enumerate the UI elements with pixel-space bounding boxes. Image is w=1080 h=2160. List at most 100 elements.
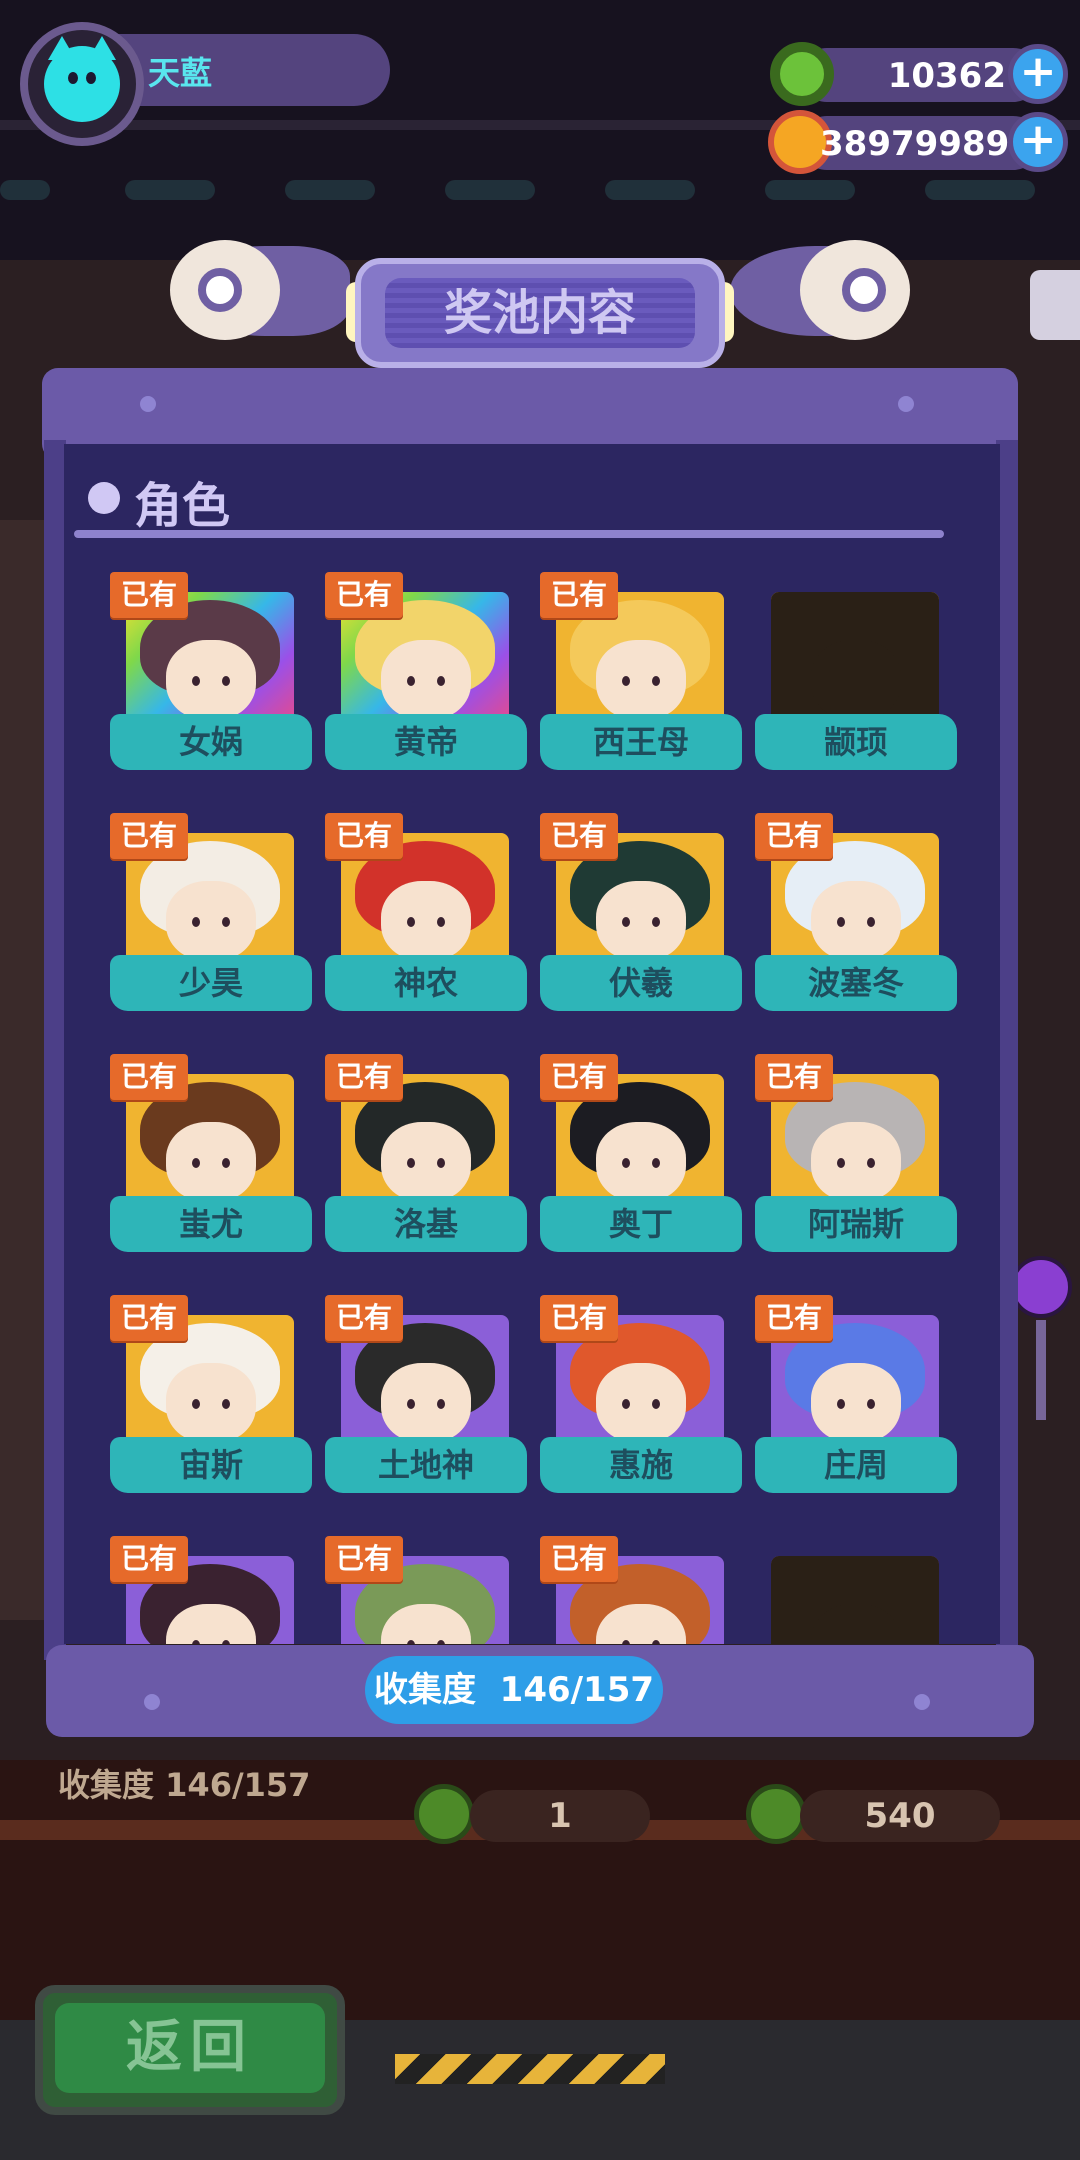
character-name: 波塞冬 [755, 955, 957, 1011]
character-name: 西王母 [540, 714, 742, 770]
character-card[interactable]: 已有 [110, 1536, 306, 1644]
character-name: 女娲 [110, 714, 312, 770]
character-face [381, 1122, 471, 1202]
character-face [596, 640, 686, 720]
green-coin-icon [414, 1784, 474, 1844]
character-name: 神农 [325, 955, 527, 1011]
rivet [914, 1694, 930, 1710]
user-name: 天藍 [148, 54, 213, 92]
character-card[interactable]: 已有 阿瑞斯 [755, 1054, 957, 1264]
character-face [166, 1363, 256, 1443]
character-name: 阿瑞斯 [755, 1196, 957, 1252]
share-icon[interactable] [1030, 270, 1080, 340]
rivet [140, 396, 156, 412]
multi-draw-cost: 540 [800, 1790, 1000, 1842]
character-card[interactable]: 已有 [540, 1536, 736, 1644]
background-collect-text: 收集度 146/157 [58, 1766, 311, 1804]
deco-dash [605, 180, 695, 200]
rivet [898, 396, 914, 412]
owned-badge: 已有 [755, 813, 833, 859]
prize-pool-panel[interactable]: 角色 已有 女娲 已有 黄帝 已有 西王母 颛顼 已有 少昊 已有 神农 已有 伏羲 已有 波塞冬 已有 蚩尤已… [64, 444, 1000, 1644]
character-face [381, 640, 471, 720]
owned-badge: 已有 [325, 572, 403, 618]
collection-label: 收集度 [373, 1670, 476, 1710]
owned-badge: 已有 [540, 1295, 618, 1341]
character-card[interactable]: 已有 惠施 [540, 1295, 742, 1505]
character-card[interactable]: 已有 洛基 [325, 1054, 527, 1264]
owned-badge: 已有 [110, 1536, 188, 1582]
character-face [811, 881, 901, 961]
character-name: 洛基 [325, 1196, 527, 1252]
character-card[interactable]: 已有 西王母 [540, 572, 742, 782]
deco-dash [445, 180, 535, 200]
cat-avatar-icon [44, 36, 120, 122]
character-card[interactable]: 已有 奥丁 [540, 1054, 742, 1264]
character-face [166, 1122, 256, 1202]
owned-badge: 已有 [540, 1054, 618, 1100]
character-face [166, 640, 256, 720]
fish-eye-icon [198, 268, 242, 312]
back-button[interactable]: 返回 [35, 1985, 345, 2115]
character-card[interactable]: 颛顼 [755, 572, 957, 782]
character-name: 黄帝 [325, 714, 527, 770]
green-coin-icon [746, 1784, 806, 1844]
character-name: 伏羲 [540, 955, 742, 1011]
owned-badge: 已有 [110, 572, 188, 618]
owned-badge: 已有 [755, 1295, 833, 1341]
owned-badge: 已有 [325, 1295, 403, 1341]
fish-eye-icon [842, 268, 886, 312]
character-name: 宙斯 [110, 1437, 312, 1493]
character-card[interactable]: 已有 蚩尤 [110, 1054, 312, 1264]
section-divider [74, 530, 944, 538]
single-draw-cost: 1 [470, 1790, 650, 1842]
character-card[interactable]: 已有 少昊 [110, 813, 312, 1023]
character-card[interactable]: 已有 神农 [325, 813, 527, 1023]
character-card[interactable]: 已有 波塞冬 [755, 813, 957, 1023]
owned-badge: 已有 [325, 1536, 403, 1582]
back-button-label: 返回 [55, 2003, 325, 2093]
character-face [811, 1363, 901, 1443]
section-title: 角色 [134, 478, 231, 534]
deco-dash [925, 180, 1035, 200]
character-card[interactable]: 已有 宙斯 [110, 1295, 312, 1505]
character-face [811, 1122, 901, 1202]
character-portrait [771, 592, 939, 726]
character-card[interactable]: 已有 庄周 [755, 1295, 957, 1505]
currency-value-green: 10362 [887, 56, 1006, 96]
panel-title-plate: 奖池内容 [355, 258, 725, 368]
character-card[interactable]: 已有 土地神 [325, 1295, 527, 1505]
character-face [596, 1122, 686, 1202]
rivet [144, 1694, 160, 1710]
avatar[interactable] [20, 22, 144, 146]
owned-badge: 已有 [540, 813, 618, 859]
character-face [596, 881, 686, 961]
character-name: 土地神 [325, 1437, 527, 1493]
deco-dash [765, 180, 855, 200]
character-name: 奥丁 [540, 1196, 742, 1252]
currency-value-gold: 38979989 [820, 124, 1010, 164]
character-card[interactable]: 已有 伏羲 [540, 813, 742, 1023]
character-face [381, 1363, 471, 1443]
owned-badge: 已有 [755, 1054, 833, 1100]
owned-badge: 已有 [325, 1054, 403, 1100]
character-card[interactable]: 已有 女娲 [110, 572, 312, 782]
character-face [811, 640, 901, 720]
character-name: 庄周 [755, 1437, 957, 1493]
lever-knob-icon[interactable] [1010, 1256, 1072, 1318]
add-currency-button[interactable]: + [1008, 44, 1068, 104]
character-card[interactable] [755, 1536, 951, 1644]
owned-badge: 已有 [110, 1054, 188, 1100]
character-card[interactable]: 已有 黄帝 [325, 572, 527, 782]
owned-badge: 已有 [325, 813, 403, 859]
character-face [166, 881, 256, 961]
owned-badge: 已有 [110, 813, 188, 859]
character-card[interactable]: 已有 [325, 1536, 521, 1644]
panel-frame-left [44, 440, 66, 1660]
character-name: 惠施 [540, 1437, 742, 1493]
collection-value: 146/157 [499, 1670, 655, 1710]
panel-title: 奖池内容 [385, 278, 695, 348]
deco-dash [125, 180, 215, 200]
add-currency-button[interactable]: + [1008, 112, 1068, 172]
character-name: 少昊 [110, 955, 312, 1011]
owned-badge: 已有 [110, 1295, 188, 1341]
